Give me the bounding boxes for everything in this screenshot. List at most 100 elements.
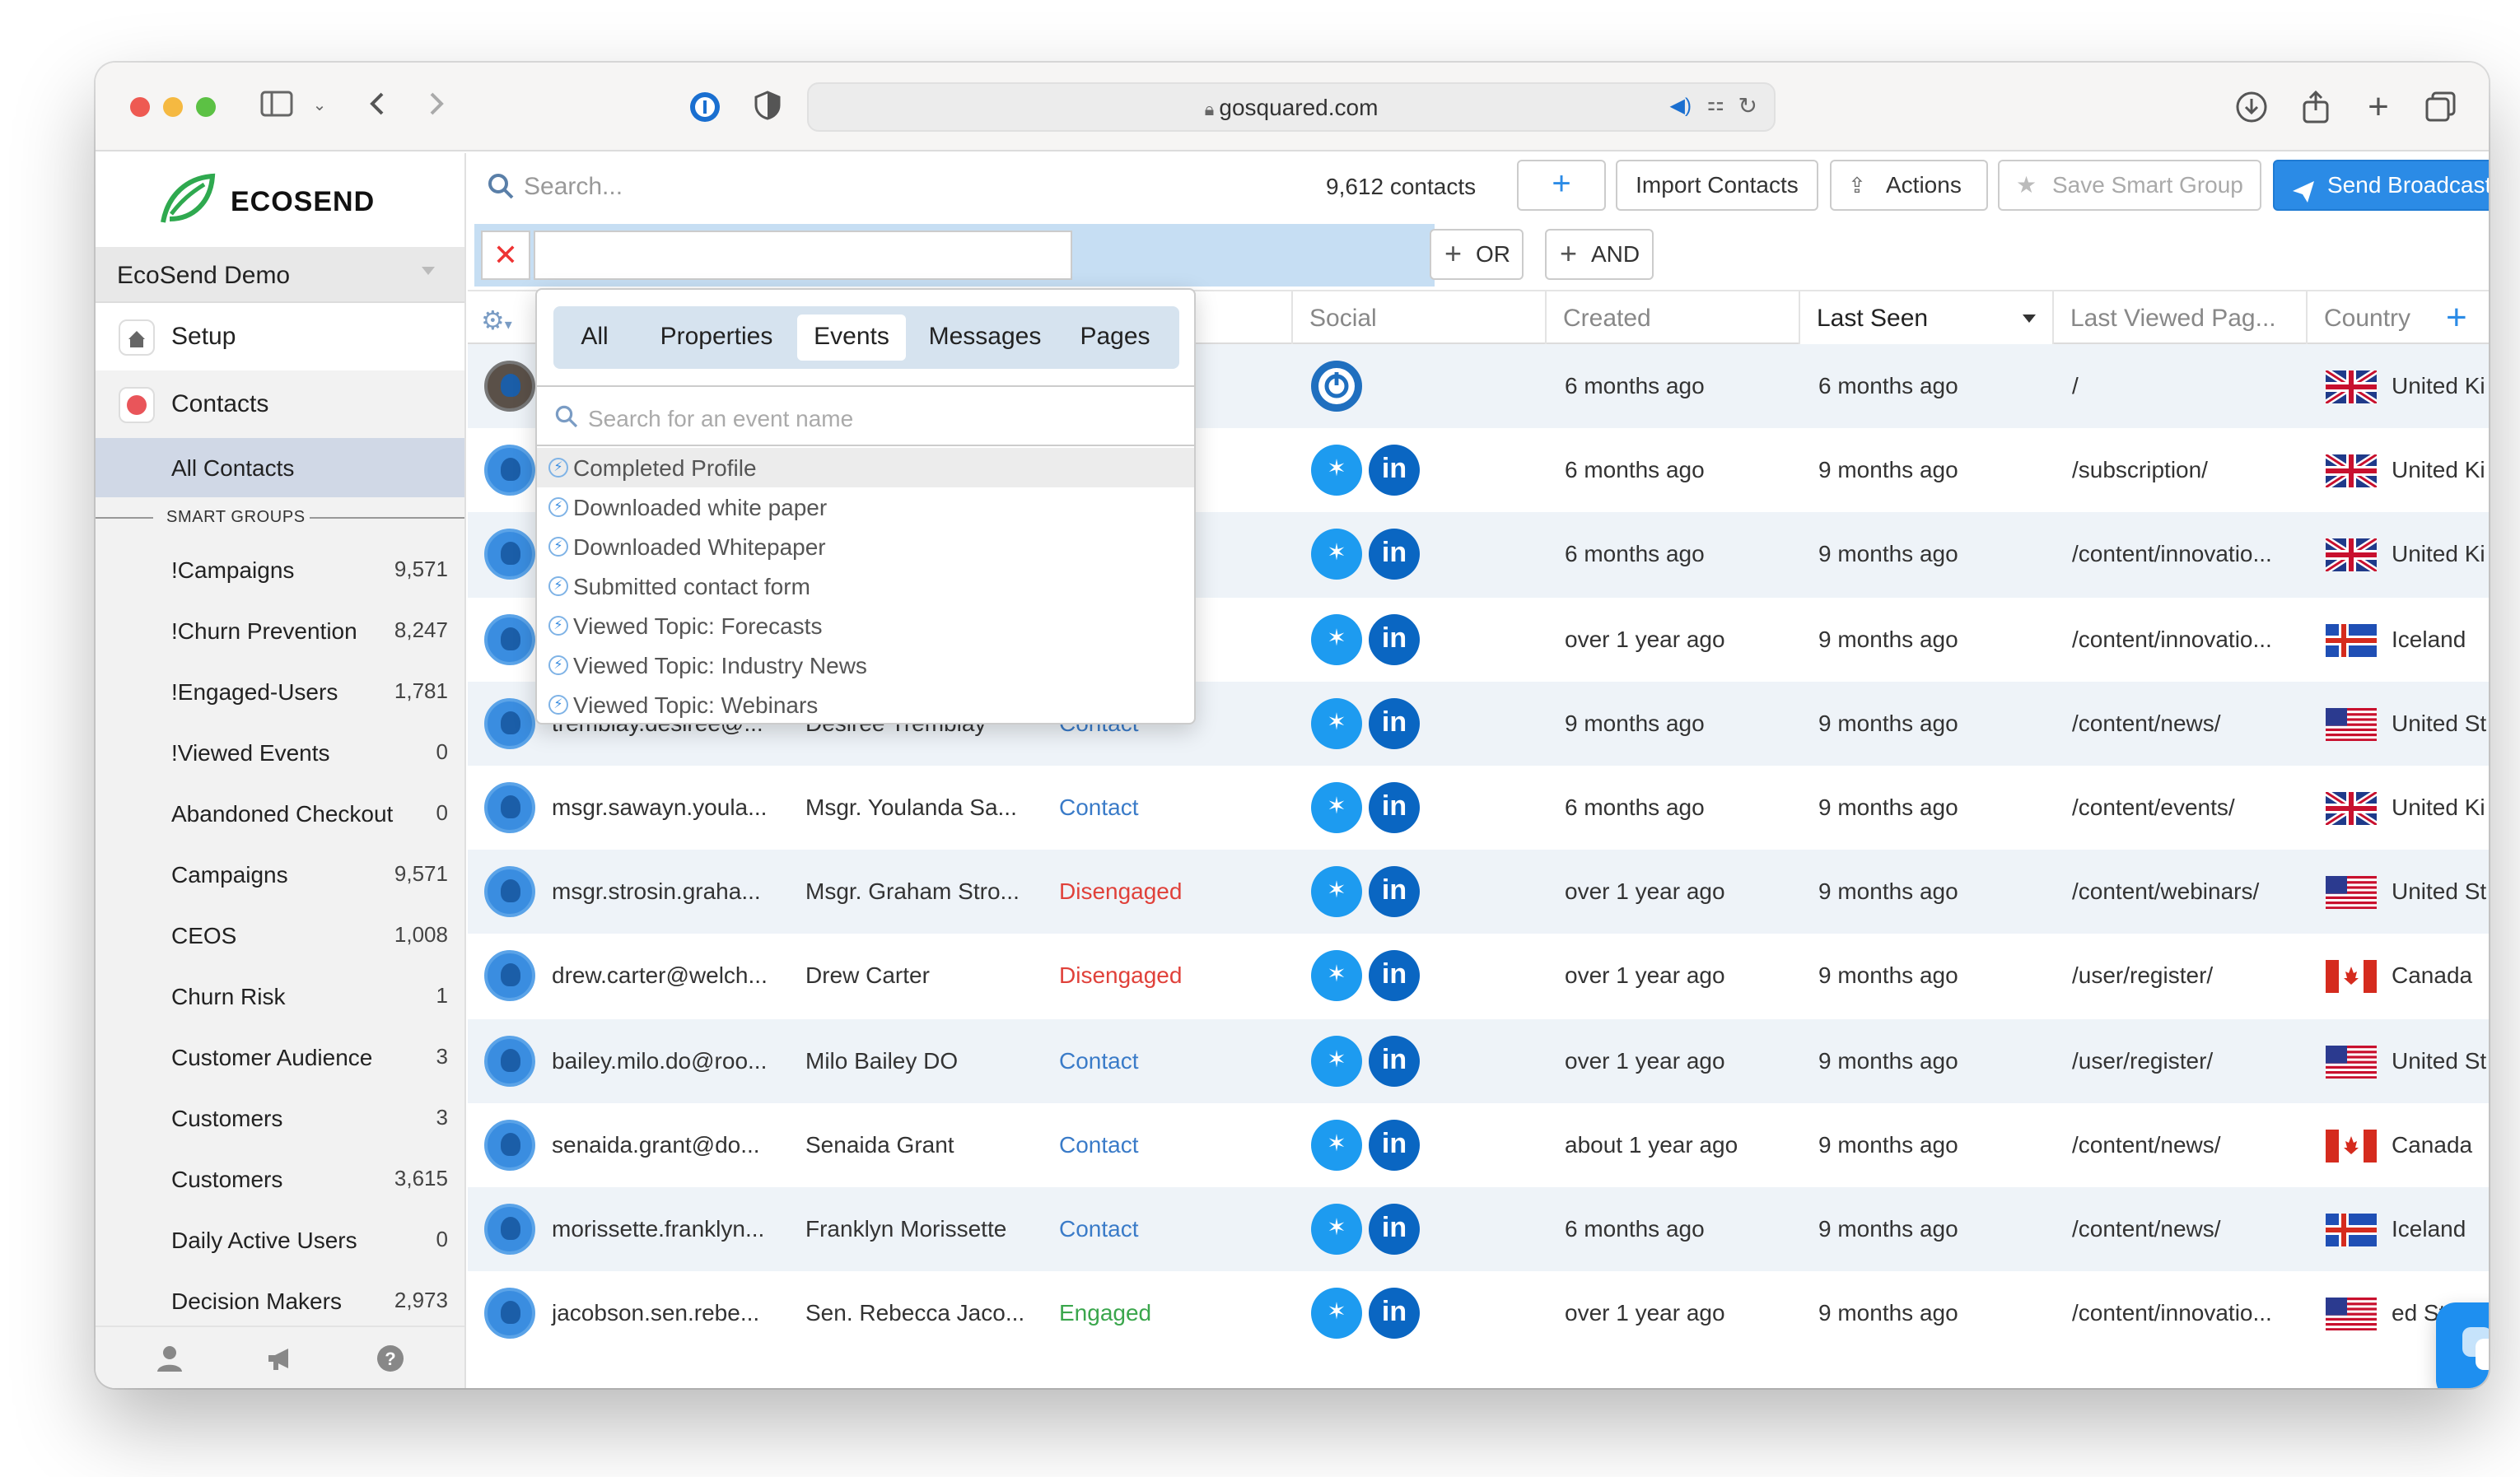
last-viewed-page[interactable]: /content/news/ [2072,1130,2221,1157]
contact-email[interactable]: msgr.sawayn.youla... [552,794,767,820]
smart-group-item[interactable]: Daily Active Users 0 [96,1210,464,1271]
event-list-item[interactable]: ⚡︎ Downloaded white paper [537,487,1194,527]
search-input[interactable]: Search... [524,173,623,201]
last-viewed-page[interactable]: /content/news/ [2072,1215,2221,1242]
contact-email[interactable]: jacobson.sen.rebe... [552,1299,759,1326]
last-viewed-page[interactable]: / [2072,372,2079,398]
linkedin-icon[interactable]: in [1369,1119,1420,1171]
twitter-icon[interactable] [1311,613,1362,665]
event-list-item[interactable]: ⚡︎ Submitted contact form [537,566,1194,606]
event-search[interactable]: Search for an event name [537,385,1194,446]
twitter-icon[interactable] [1311,445,1362,496]
twitter-icon[interactable] [1311,950,1362,1002]
help-icon[interactable]: ? [376,1344,405,1373]
last-viewed-page[interactable]: /subscription/ [2072,456,2208,482]
tab-all[interactable]: All [567,315,623,361]
last-viewed-page[interactable]: /content/news/ [2072,710,2221,736]
contact-email[interactable]: senaida.grant@do... [552,1130,760,1157]
table-row[interactable]: drew.carter@welch... Drew Carter Disengage… [468,934,2489,1018]
twitter-icon[interactable] [1311,866,1362,918]
smart-group-item[interactable]: Campaigns 9,571 [96,845,464,906]
contact-email[interactable]: drew.carter@welch... [552,962,768,989]
smart-group-item[interactable]: Decision Makers 2,973 [96,1271,464,1332]
event-search-input[interactable]: Search for an event name [588,405,853,431]
smart-group-item[interactable]: Customers 3 [96,1088,464,1149]
smart-group-item[interactable]: Customer Audience 3 [96,1027,464,1088]
event-list-item[interactable]: ⚡︎ Downloaded Whitepaper [537,527,1194,566]
linkedin-icon[interactable]: in [1369,529,1420,580]
twitter-icon[interactable] [1311,697,1362,749]
smart-group-item[interactable]: Abandoned Checkout 0 [96,784,464,845]
new-tab-icon[interactable]: + [2362,88,2395,124]
tab-overview-icon[interactable] [2424,91,2457,123]
and-button[interactable]: + AND [1545,229,1654,280]
table-row[interactable]: bailey.milo.do@roo... Milo Bailey DO Conta… [468,1018,2489,1103]
linkedin-icon[interactable]: in [1369,697,1420,749]
smart-group-item[interactable]: Customers 3,615 [96,1149,464,1210]
last-viewed-page[interactable]: /content/innovatio... [2072,541,2272,567]
nav-contacts[interactable]: Contacts [96,370,464,438]
linkedin-icon[interactable]: in [1369,613,1420,665]
tab-pages[interactable]: Pages [1064,315,1166,361]
twitter-icon[interactable] [1311,1288,1362,1340]
back-icon[interactable] [364,91,390,123]
downloads-icon[interactable] [2235,91,2268,123]
twitter-icon[interactable] [1311,1035,1362,1086]
import-contacts-button[interactable]: Import Contacts [1616,160,1818,211]
smart-group-item[interactable]: Churn Risk 1 [96,967,464,1027]
twitter-icon[interactable] [1311,781,1362,833]
linkedin-icon[interactable]: in [1369,1288,1420,1340]
chevron-down-icon[interactable]: ⌄ [310,91,329,123]
tab-properties[interactable]: Properties [642,315,791,361]
twitter-icon[interactable] [1311,1119,1362,1171]
brand-logo[interactable]: ECOSEND [96,153,464,247]
column-header-created[interactable]: Created [1545,291,1799,344]
table-row[interactable]: msgr.strosin.graha... Msgr. Graham Stro..… [468,850,2489,934]
reload-icon[interactable]: ↻ [1738,92,1757,120]
smart-group-item[interactable]: !Engaged-Users 1,781 [96,662,464,723]
column-header-country[interactable]: Country + [2306,291,2489,344]
tab-messages[interactable]: Messages [916,315,1054,361]
nav-all-contacts[interactable]: All Contacts [96,438,464,497]
column-header-social[interactable]: Social [1291,291,1545,344]
contact-email[interactable]: morissette.franklyn... [552,1215,764,1242]
nav-setup[interactable]: Setup [96,303,464,370]
forward-icon[interactable] [423,91,450,123]
column-settings-gear-icon[interactable]: ⚙▾ [481,305,512,338]
filter-input[interactable] [534,231,1072,280]
table-row[interactable]: morissette.franklyn... Franklyn Morissett… [468,1186,2489,1272]
smart-group-item[interactable]: !Viewed Events 0 [96,723,464,784]
event-list-item[interactable]: ⚡︎ Viewed Topic: Industry News [537,645,1194,685]
linkedin-icon[interactable]: in [1369,445,1420,496]
linkedin-icon[interactable]: in [1369,866,1420,918]
linkedin-icon[interactable]: in [1369,1203,1420,1255]
sidebar-toggle-icon[interactable] [259,91,295,123]
minimize-window-button[interactable] [163,97,183,117]
zoom-window-button[interactable] [196,97,216,117]
last-viewed-page[interactable]: /content/events/ [2072,794,2235,820]
address-bar[interactable]: 🔒︎ gosquared.com ◀︎) ⚏ ↻ [807,82,1776,132]
last-viewed-page[interactable]: /user/register/ [2072,1046,2213,1073]
contact-email[interactable]: bailey.milo.do@roo... [552,1046,767,1073]
privacy-shield-icon[interactable] [751,91,784,123]
last-viewed-page[interactable]: /content/innovatio... [2072,625,2272,651]
smart-group-item[interactable]: !Campaigns 9,571 [96,540,464,601]
user-icon[interactable] [155,1344,184,1373]
twitter-icon[interactable] [1311,529,1362,580]
last-viewed-page[interactable]: /content/webinars/ [2072,878,2259,904]
last-viewed-page[interactable]: /content/innovatio... [2072,1299,2272,1326]
share-icon[interactable] [2299,90,2332,123]
translate-icon[interactable]: ⚏ [1706,92,1724,115]
table-row[interactable]: senaida.grant@do... Senaida Grant Contact i… [468,1102,2489,1187]
gosquared-icon[interactable] [1311,361,1362,412]
event-list-item[interactable]: ⚡︎ Viewed Topic: Forecasts [537,606,1194,645]
twitter-icon[interactable] [1311,1203,1362,1255]
table-row[interactable]: jacobson.sen.rebe... Sen. Rebecca Jaco...… [468,1271,2489,1356]
smart-group-item[interactable]: CEOS 1,008 [96,906,464,967]
add-column-plus-icon[interactable]: + [2446,296,2467,339]
or-button[interactable]: + OR [1430,229,1524,280]
last-viewed-page[interactable]: /user/register/ [2072,962,2213,989]
close-window-button[interactable] [130,97,150,117]
contact-email[interactable]: msgr.strosin.graha... [552,878,761,904]
linkedin-icon[interactable]: in [1369,781,1420,833]
